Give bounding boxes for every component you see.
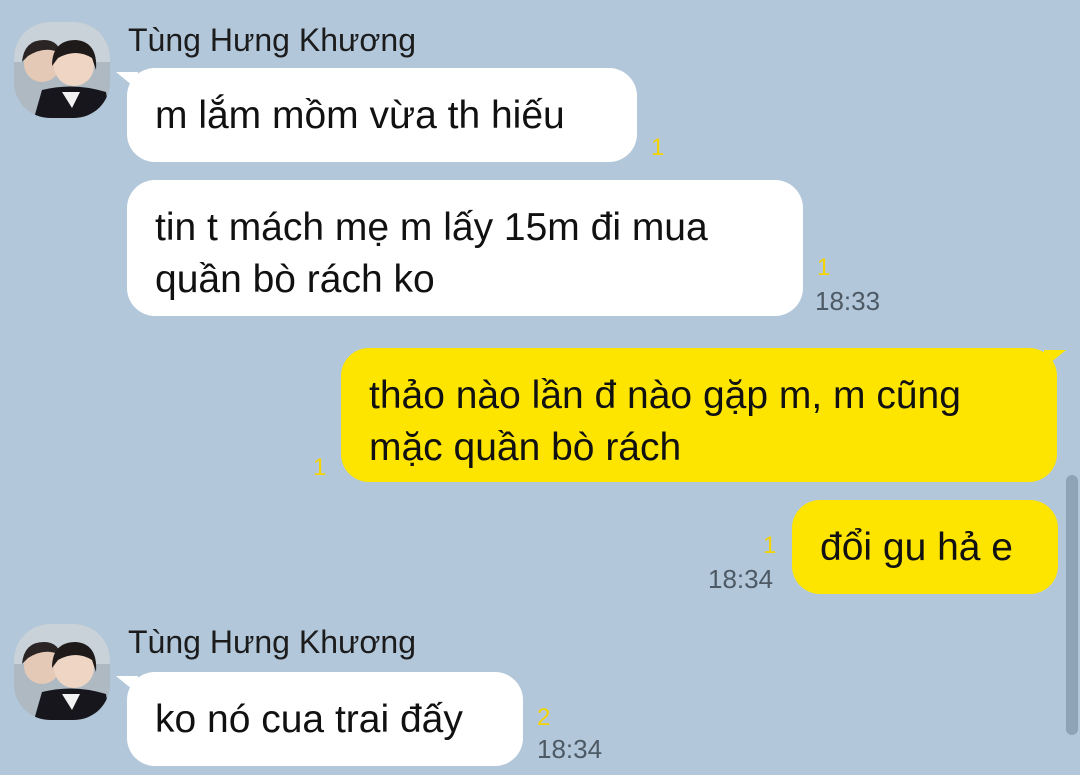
scrollbar[interactable] [1066,475,1078,735]
message-time: 18:34 [537,734,603,764]
message-text: tin t mách mẹ m lấy 15m đi mua [155,206,708,249]
unread-count: 2 [537,704,551,731]
message-bubble-outgoing[interactable]: đổi gu hả e [792,500,1058,594]
message-bubble-incoming[interactable]: tin t mách mẹ m lấy 15m đi mua quần bò r… [127,180,803,316]
message-text: mặc quần bò rách [369,426,682,469]
message-time: 18:34 [708,564,774,594]
message-text: đổi gu hả e [820,526,1014,569]
profile-photo-icon [14,624,110,720]
chat-room: Tùng Hưng Khương m lắm mồm vừa th hiếu 1… [0,0,1080,775]
contact-avatar[interactable] [14,624,110,720]
bubble-tail [1044,350,1066,368]
sender-name: Tùng Hưng Khương [128,624,416,660]
unread-count: 1 [763,532,777,559]
profile-photo-icon [14,22,110,118]
unread-count: 1 [817,254,831,281]
message-bubble-outgoing[interactable]: thảo nào lần đ nào gặp m, m cũng mặc quầ… [341,348,1057,482]
message-text: ko nó cua trai đấy [155,698,463,741]
unread-count: 1 [313,454,327,481]
message-bubble-incoming[interactable]: m lắm mồm vừa th hiếu [127,68,637,162]
message-text: m lắm mồm vừa th hiếu [155,94,565,137]
unread-count: 1 [651,134,665,161]
contact-avatar[interactable] [14,22,110,118]
sender-name: Tùng Hưng Khương [128,22,416,58]
message-bubble-incoming[interactable]: ko nó cua trai đấy [127,672,523,766]
message-time: 18:33 [815,286,881,316]
message-text: quần bò rách ko [155,258,435,301]
message-text: thảo nào lần đ nào gặp m, m cũng [369,374,961,417]
